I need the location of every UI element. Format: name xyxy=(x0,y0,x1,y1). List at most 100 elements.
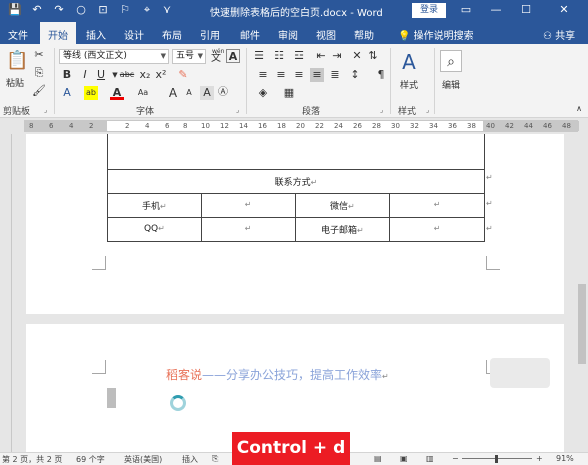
minimize-button[interactable]: — xyxy=(486,2,506,18)
table-cell[interactable]: 电子邮箱↵ xyxy=(294,216,391,242)
shrink-font-button[interactable]: A xyxy=(182,86,196,100)
touch-icon[interactable]: ⌖ xyxy=(140,3,154,17)
undo-icon[interactable]: ↶ xyxy=(30,3,44,17)
paragraph-launcher-icon[interactable]: ⌟ xyxy=(380,106,383,114)
multilevel-list-icon[interactable]: ☲ xyxy=(292,49,306,63)
superscript-button[interactable]: x² xyxy=(154,68,168,82)
align-center-icon[interactable]: ≡ xyxy=(274,68,288,82)
align-left-icon[interactable]: ≡ xyxy=(256,68,270,82)
vertical-ruler[interactable] xyxy=(0,134,12,452)
clipboard-launcher-icon[interactable]: ⌟ xyxy=(44,106,47,114)
zoom-in-icon[interactable]: + xyxy=(536,454,543,463)
screenshot-icon[interactable]: ⊡ xyxy=(96,3,110,17)
close-button[interactable]: ✕ xyxy=(546,2,582,18)
font-color-button[interactable]: A xyxy=(110,86,124,100)
highlight-color-button[interactable]: ab xyxy=(84,86,98,100)
tell-me-search[interactable]: 💡 操作说明搜索 xyxy=(398,27,474,42)
numbering-icon[interactable]: ☷ xyxy=(272,49,286,63)
styles-launcher-icon[interactable]: ⌟ xyxy=(426,106,429,114)
share-button[interactable]: ⚇ 共享 xyxy=(543,27,575,42)
grow-font-button[interactable]: A xyxy=(166,86,180,100)
vertical-scrollbar[interactable] xyxy=(576,134,588,452)
justify-icon[interactable]: ≡ xyxy=(310,68,324,82)
font-launcher-icon[interactable]: ⌟ xyxy=(236,106,239,114)
chinese-layout-icon[interactable]: ✕ xyxy=(350,49,364,63)
line-spacing-icon[interactable]: ↕ xyxy=(348,68,362,82)
macro-icon[interactable]: ⎘ xyxy=(212,454,218,464)
strikethrough-button[interactable]: abc xyxy=(118,68,136,82)
subscript-button[interactable]: x₂ xyxy=(138,68,152,82)
tab-layout[interactable]: 布局 xyxy=(162,27,182,42)
table-cell[interactable]: 微信↵ xyxy=(294,192,391,218)
tab-file[interactable]: 文件 xyxy=(8,27,28,42)
zoom-slider-knob[interactable] xyxy=(495,455,498,463)
borders-icon[interactable]: ▦ xyxy=(282,86,296,100)
save-icon[interactable]: 💾 xyxy=(8,3,22,17)
tab-view[interactable]: 视图 xyxy=(316,27,336,42)
table-cell[interactable]: ↵ xyxy=(389,216,485,242)
insert-mode-status[interactable]: 插入 xyxy=(182,454,198,465)
collapse-ribbon-icon[interactable]: ∧ xyxy=(572,102,586,116)
table-cell[interactable]: 手机↵ xyxy=(107,192,202,218)
read-mode-icon[interactable]: ▤ xyxy=(374,454,382,463)
ruler-number: 34 xyxy=(429,122,438,130)
change-case-button[interactable]: Aa xyxy=(136,86,150,100)
ribbon-display-icon[interactable]: ▭ xyxy=(456,2,476,18)
increase-indent-icon[interactable]: ⇥ xyxy=(330,49,344,63)
scrollbar-thumb[interactable] xyxy=(578,284,586,364)
sort-icon[interactable]: ⇅ xyxy=(366,49,380,63)
flag-icon[interactable]: ⚐ xyxy=(118,3,132,17)
table-cell[interactable]: ↵ xyxy=(200,216,296,242)
margin-corner xyxy=(486,256,500,270)
italic-button[interactable]: I xyxy=(78,68,92,82)
zoom-out-icon[interactable]: − xyxy=(452,454,459,463)
tab-home[interactable]: 开始 xyxy=(40,22,76,44)
font-size-select[interactable]: 五号 ▼ xyxy=(172,49,206,64)
circle-icon[interactable]: ○ xyxy=(74,3,88,17)
word-count-status[interactable]: 69 个字 xyxy=(76,454,105,465)
language-status[interactable]: 英语(美国) xyxy=(124,454,162,465)
maximize-button[interactable]: ☐ xyxy=(516,2,536,18)
contact-table[interactable]: 联系方式↵ 手机↵ ↵ 微信↵ ↵ QQ↵ ↵ 电子邮箱↵ ↵ xyxy=(107,134,485,242)
redo-icon[interactable]: ↷ xyxy=(52,3,66,17)
char-shading-button[interactable]: A xyxy=(200,86,214,100)
font-name-select[interactable]: 等线 (西文正文) ▼ xyxy=(59,49,169,64)
login-button[interactable]: 登录 xyxy=(412,3,446,18)
table-cell[interactable]: ↵ xyxy=(200,192,296,218)
table-cell[interactable]: ↵ xyxy=(389,192,485,218)
enclose-char-button[interactable]: Ⓐ xyxy=(216,86,230,100)
cut-icon[interactable]: ✂ xyxy=(32,48,46,62)
shading-icon[interactable]: ◈ xyxy=(256,86,270,100)
bullets-icon[interactable]: ☰ xyxy=(252,49,266,63)
align-right-icon[interactable]: ≡ xyxy=(292,68,306,82)
table-cell[interactable]: QQ↵ xyxy=(107,216,202,242)
copy-icon[interactable]: ⎘ xyxy=(32,66,46,80)
tab-mailings[interactable]: 邮件 xyxy=(240,27,260,42)
show-marks-icon[interactable]: ¶ xyxy=(374,68,388,82)
clipboard-icon: 📋 xyxy=(6,50,29,71)
text-effect-button[interactable]: A xyxy=(60,86,74,100)
zoom-level[interactable]: 91% xyxy=(556,454,574,463)
tab-insert[interactable]: 插入 xyxy=(86,27,106,42)
bold-button[interactable]: B xyxy=(60,68,74,82)
contact-header-cell[interactable]: 联系方式↵ xyxy=(107,168,485,194)
ruler-number: 8 xyxy=(183,122,188,130)
horizontal-ruler[interactable]: 8 6 4 2 2 4 6 8 10 12 14 16 18 20 22 24 … xyxy=(0,118,588,134)
customize-qa-icon[interactable]: ⋎ xyxy=(160,3,174,17)
selected-empty-paragraph[interactable] xyxy=(107,388,116,408)
tab-design[interactable]: 设计 xyxy=(124,27,144,42)
text-effects-icon[interactable]: ✎ xyxy=(176,68,190,82)
table-cell[interactable] xyxy=(107,134,485,170)
char-border-button[interactable]: A xyxy=(226,49,240,63)
tab-references[interactable]: 引用 xyxy=(200,27,220,42)
decrease-indent-icon[interactable]: ⇤ xyxy=(314,49,328,63)
format-painter-icon[interactable]: 🖌 xyxy=(32,84,46,98)
underline-button[interactable]: U xyxy=(94,68,108,82)
tab-help[interactable]: 帮助 xyxy=(354,27,374,42)
print-layout-icon[interactable]: ▣ xyxy=(400,454,408,463)
phonetic-guide-button[interactable]: wén 文 xyxy=(210,48,224,64)
page-count-status[interactable]: 第 2 页，共 2 页 xyxy=(2,454,62,465)
distribute-icon[interactable]: ≣ xyxy=(328,68,342,82)
tab-review[interactable]: 审阅 xyxy=(278,27,298,42)
web-layout-icon[interactable]: ▥ xyxy=(426,454,434,463)
